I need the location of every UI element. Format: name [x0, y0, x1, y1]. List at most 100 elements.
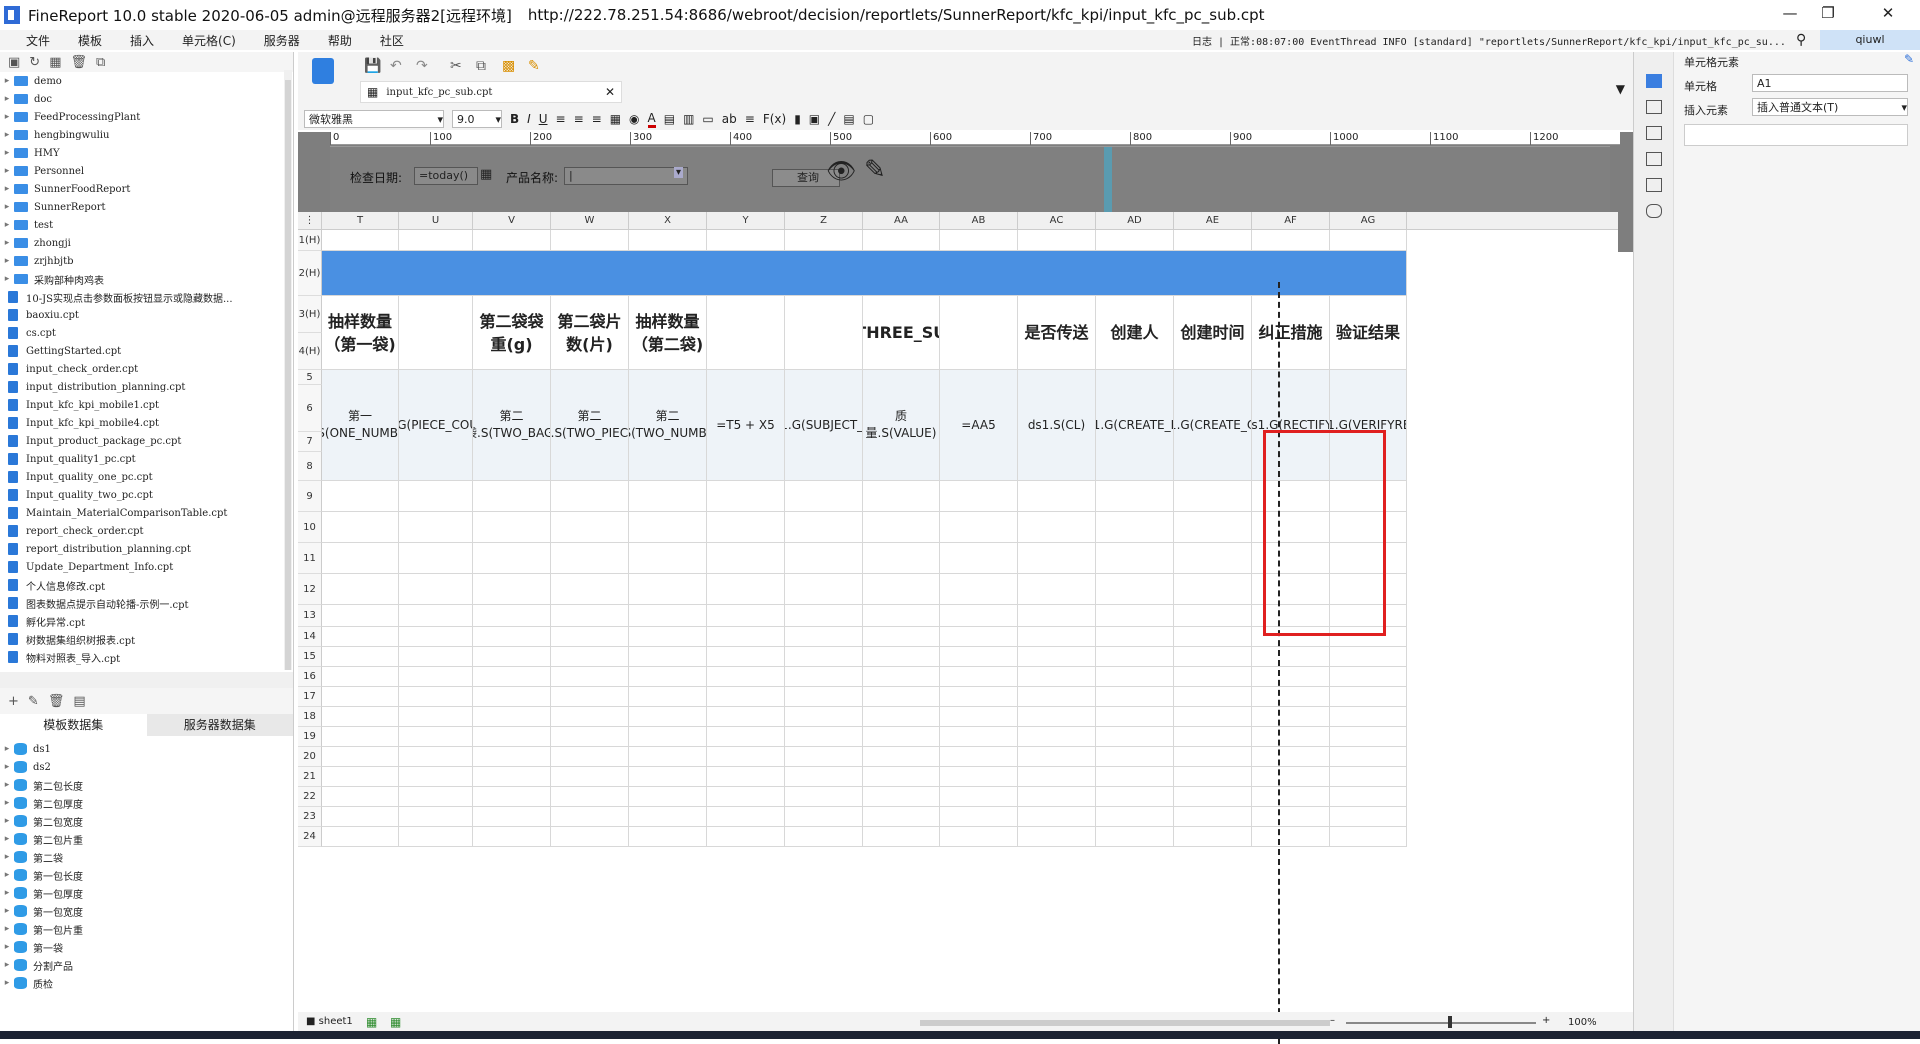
tree-item[interactable]: ▸ HMY [0, 144, 293, 162]
grid-cell[interactable] [940, 543, 1018, 574]
format-painter-icon[interactable]: ✎ [528, 58, 540, 74]
row-header[interactable]: 10 [298, 512, 322, 543]
subreport-icon[interactable]: ▤ [843, 112, 854, 126]
tree-scrollbar-h[interactable] [0, 672, 293, 688]
header-band[interactable] [322, 251, 1407, 296]
expand-icon[interactable]: ▸ [0, 852, 14, 862]
grid-cell[interactable] [707, 627, 785, 647]
zoom-handle[interactable] [1448, 1016, 1452, 1028]
grid-cell[interactable] [1096, 574, 1174, 605]
grid-cell[interactable] [629, 627, 707, 647]
image-icon[interactable]: ▣ [809, 112, 820, 126]
grid-cell[interactable] [1018, 667, 1096, 687]
row-header[interactable]: 9 [298, 481, 322, 512]
row-header[interactable]: 7 [298, 432, 322, 452]
grid-cell[interactable] [629, 647, 707, 667]
grid-cell[interactable] [1018, 767, 1096, 787]
column-header[interactable]: AA [863, 212, 940, 230]
column-header[interactable]: AE [1174, 212, 1252, 230]
grid-cell[interactable] [1174, 687, 1252, 707]
formula-cell[interactable]: =T5 + X5 [707, 370, 785, 481]
formula-cell[interactable]: ds1.G(CREATE_ON) [1174, 370, 1252, 481]
grid-cell[interactable] [473, 687, 551, 707]
tree-item[interactable]: Input_kfc_kpi_mobile4.cpt [0, 414, 293, 432]
grid-cell[interactable] [940, 707, 1018, 727]
grid-cell[interactable] [863, 667, 940, 687]
font-color-icon[interactable]: A [647, 111, 656, 128]
grid-cell[interactable] [940, 647, 1018, 667]
dropdown-arrow-icon[interactable]: ▾ [674, 167, 684, 178]
grid-cell[interactable] [940, 667, 1018, 687]
content-input[interactable] [1684, 124, 1908, 146]
grid-cell[interactable] [1174, 827, 1252, 847]
grid-cell[interactable] [785, 787, 863, 807]
grid-cell[interactable] [399, 807, 473, 827]
grid-cell[interactable] [629, 707, 707, 727]
merge-icon[interactable]: ▤ [664, 112, 675, 126]
grid-cell[interactable] [322, 707, 399, 727]
grid-cell[interactable] [940, 574, 1018, 605]
column-header[interactable]: AC [1018, 212, 1096, 230]
tree-item[interactable]: ▸ 采购部种肉鸡表 [0, 270, 293, 288]
grid-cell[interactable] [473, 574, 551, 605]
row-header[interactable]: 3(H) [298, 296, 322, 333]
tree-item[interactable]: input_distribution_planning.cpt [0, 378, 293, 396]
grid-cell[interactable] [551, 574, 629, 605]
dataset-item[interactable]: ▸ ds2 [0, 758, 293, 776]
grid-cell[interactable] [940, 747, 1018, 767]
grid-cell[interactable] [1096, 807, 1174, 827]
grid-cell[interactable] [1096, 687, 1174, 707]
grid-cell[interactable] [399, 574, 473, 605]
tree-item[interactable]: report_check_order.cpt [0, 522, 293, 540]
grid-cell[interactable] [1174, 747, 1252, 767]
grid-cell[interactable] [473, 667, 551, 687]
grid-cell[interactable] [551, 687, 629, 707]
grid-cell[interactable] [1174, 807, 1252, 827]
redo-icon[interactable]: ↷ [416, 58, 428, 74]
grid-cell[interactable] [322, 574, 399, 605]
grid-cell[interactable] [1096, 647, 1174, 667]
tree-item[interactable]: ▸ doc [0, 90, 293, 108]
grid-cell[interactable] [1018, 230, 1096, 251]
grid-cell[interactable] [473, 787, 551, 807]
expand-icon[interactable]: ▸ [0, 924, 14, 934]
grid-cell[interactable] [707, 707, 785, 727]
grid-cell[interactable] [399, 767, 473, 787]
dataset-item[interactable]: ▸ 第二包厚度 [0, 794, 293, 812]
grid-cell[interactable] [473, 767, 551, 787]
grid-cell[interactable] [707, 827, 785, 847]
add-dashboard-icon[interactable]: ▦ [390, 1015, 401, 1029]
column-header[interactable]: AG [1330, 212, 1407, 230]
font-family-select[interactable]: 微软雅黑 ▾ [304, 110, 444, 128]
expand-icon[interactable]: ▸ [0, 166, 14, 176]
delete-icon[interactable]: 🗑 [71, 55, 88, 70]
expand-icon[interactable]: ▸ [0, 888, 14, 898]
chart-icon[interactable]: ▮ [794, 112, 801, 126]
row-header[interactable]: 4(H) [298, 333, 322, 370]
grid-cell[interactable] [940, 512, 1018, 543]
grid-cell[interactable] [1252, 747, 1330, 767]
grid-cell[interactable] [629, 574, 707, 605]
add-sheet-icon[interactable]: ▦ [366, 1015, 377, 1029]
expand-icon[interactable]: ▸ [0, 780, 14, 790]
grid-cell[interactable] [1330, 827, 1407, 847]
grid-cell[interactable] [863, 707, 940, 727]
more-icon[interactable]: ▢ [863, 112, 874, 126]
grid-cell[interactable] [1330, 687, 1407, 707]
grid-cell[interactable] [399, 627, 473, 647]
grid-cell[interactable] [473, 647, 551, 667]
condition-icon[interactable] [1646, 152, 1662, 166]
grid-cell[interactable] [863, 512, 940, 543]
grid-cell[interactable] [785, 807, 863, 827]
expand-icon[interactable]: ▸ [0, 256, 14, 266]
expand-icon[interactable]: ▸ [0, 816, 14, 826]
expand-icon[interactable]: ▸ [0, 274, 14, 284]
grid-cell[interactable] [1018, 512, 1096, 543]
expand-icon[interactable]: ▸ [0, 76, 14, 86]
row-header[interactable]: 18 [298, 707, 322, 727]
italic-button[interactable]: I [527, 112, 531, 126]
grid-cell[interactable] [707, 512, 785, 543]
grid-cell[interactable] [1330, 767, 1407, 787]
grid-cell[interactable] [785, 707, 863, 727]
grid-cell[interactable] [629, 605, 707, 627]
